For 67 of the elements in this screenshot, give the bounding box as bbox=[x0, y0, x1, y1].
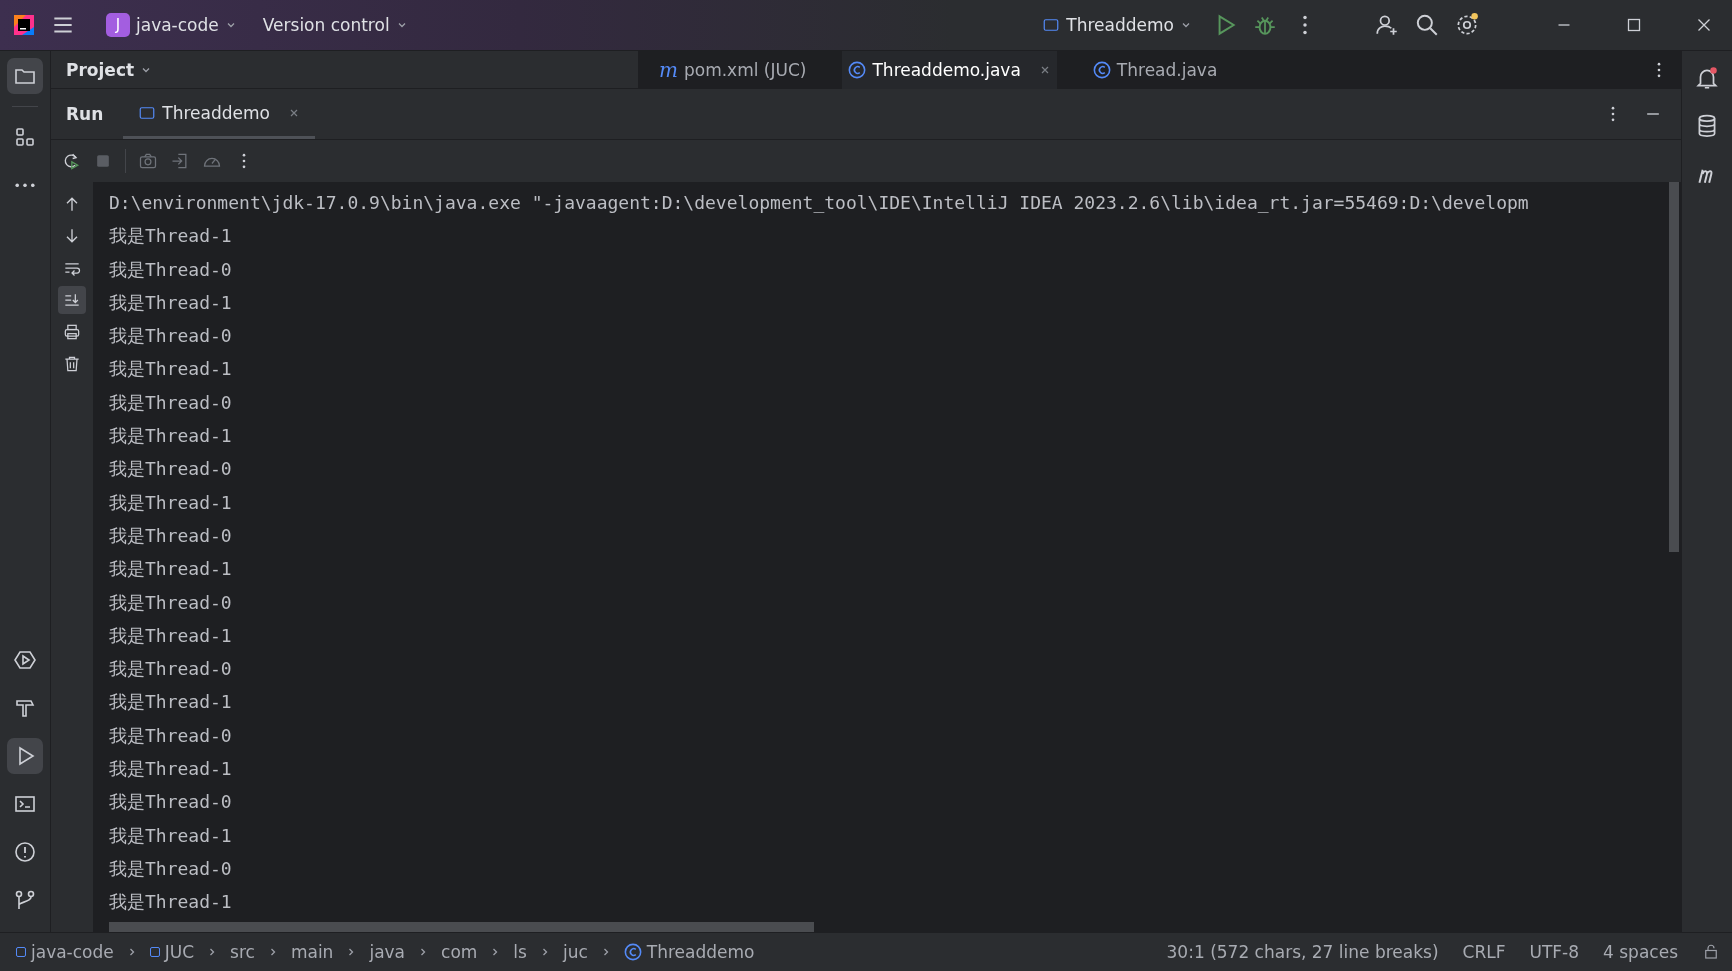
breadcrumb[interactable]: ls bbox=[513, 942, 527, 962]
console-line: 我是Thread-0 bbox=[109, 590, 232, 615]
scroll-end-button[interactable] bbox=[58, 286, 86, 314]
console-line: 我是Thread-1 bbox=[109, 823, 232, 848]
console-line: 我是Thread-0 bbox=[109, 523, 232, 548]
app-logo-icon bbox=[12, 13, 36, 37]
editor-tab[interactable]: Threaddemo.java bbox=[842, 51, 1057, 89]
git-icon bbox=[13, 888, 37, 912]
editor-tab[interactable]: Thread.java bbox=[1086, 51, 1224, 89]
run-tool-button[interactable] bbox=[7, 738, 43, 774]
structure-icon bbox=[13, 125, 37, 149]
breadcrumb[interactable]: juc bbox=[562, 942, 588, 962]
notification-bell-icon[interactable] bbox=[1694, 65, 1720, 91]
print-icon bbox=[62, 322, 82, 342]
console-line: 我是Thread-0 bbox=[109, 457, 232, 482]
status-item[interactable]: CRLF bbox=[1462, 942, 1506, 962]
console-line: 我是Thread-1 bbox=[109, 357, 232, 382]
breadcrumb[interactable]: main bbox=[290, 942, 334, 962]
camera-icon[interactable] bbox=[138, 151, 158, 171]
console-line: 我是Thread-1 bbox=[109, 424, 232, 449]
breadcrumb[interactable]: Threaddemo bbox=[623, 942, 755, 962]
module-icon bbox=[16, 947, 26, 957]
console-line: 我是Thread-0 bbox=[109, 856, 232, 881]
vcs-selector[interactable]: Version control bbox=[256, 9, 414, 41]
run-config-selector[interactable]: Threaddemo bbox=[1036, 9, 1198, 41]
editor-tab[interactable]: m pom.xml (JUC) bbox=[653, 51, 813, 89]
console-line: 我是Thread-0 bbox=[109, 723, 232, 748]
console-line: 我是Thread-1 bbox=[109, 290, 232, 315]
module-icon bbox=[149, 947, 160, 957]
folder-tool-button[interactable] bbox=[7, 58, 43, 94]
settings-icon[interactable] bbox=[1454, 12, 1480, 38]
lock-icon[interactable] bbox=[1702, 943, 1720, 961]
breadcrumb[interactable]: java-code bbox=[16, 942, 114, 962]
breadcrumb[interactable]: java bbox=[369, 942, 406, 962]
console-line: 我是Thread-1 bbox=[109, 623, 232, 648]
scrollbar-thumb[interactable] bbox=[109, 922, 814, 932]
console-line: 我是Thread-1 bbox=[109, 757, 232, 782]
console-line: 我是Thread-1 bbox=[109, 690, 232, 715]
project-selector[interactable]: J java-code bbox=[100, 7, 243, 43]
breadcrumb[interactable]: JUC bbox=[149, 942, 195, 962]
breadcrumb[interactable]: src bbox=[230, 942, 255, 962]
console-line: 我是Thread-0 bbox=[109, 324, 232, 349]
console-line: 我是Thread-0 bbox=[109, 790, 232, 815]
problems-icon bbox=[13, 840, 37, 864]
console-line: D:\environment\jdk-17.0.9\bin\java.exe "-javaagent:D:\development_tool\IDE\IntelliJ IDEA 2023.2.6\lib\idea_rt.jar=55469:D:\developm bbox=[109, 191, 1529, 215]
class-icon bbox=[848, 61, 867, 79]
status-item[interactable]: 30:1 (572 chars, 27 line breaks) bbox=[1166, 942, 1439, 962]
console-line: 我是Thread-0 bbox=[109, 657, 232, 682]
breadcrumb[interactable]: com bbox=[441, 942, 478, 962]
console-line: 我是Thread-0 bbox=[109, 257, 232, 282]
class-icon bbox=[623, 943, 642, 961]
console-line: 我是Thread-0 bbox=[109, 390, 232, 415]
window-icon bbox=[1042, 16, 1061, 34]
console-line: 我是Thread-1 bbox=[109, 490, 232, 515]
console-line: 我是Thread-1 bbox=[109, 557, 232, 582]
run-window-title: Run bbox=[66, 104, 104, 124]
search-icon[interactable] bbox=[1414, 12, 1440, 38]
more-icon bbox=[15, 182, 35, 188]
project-pane-title[interactable]: Project bbox=[66, 59, 153, 80]
console-line: 我是Thread-1 bbox=[109, 224, 232, 249]
scrollbar-thumb[interactable] bbox=[1669, 182, 1679, 552]
status-item[interactable]: 4 spaces bbox=[1603, 942, 1678, 962]
class-icon bbox=[1092, 61, 1111, 79]
trash-icon bbox=[62, 354, 82, 374]
status-item[interactable]: UTF-8 bbox=[1529, 942, 1580, 962]
run-tab[interactable]: Threaddemo bbox=[123, 89, 315, 139]
console-line: 我是Thread-1 bbox=[109, 890, 232, 915]
